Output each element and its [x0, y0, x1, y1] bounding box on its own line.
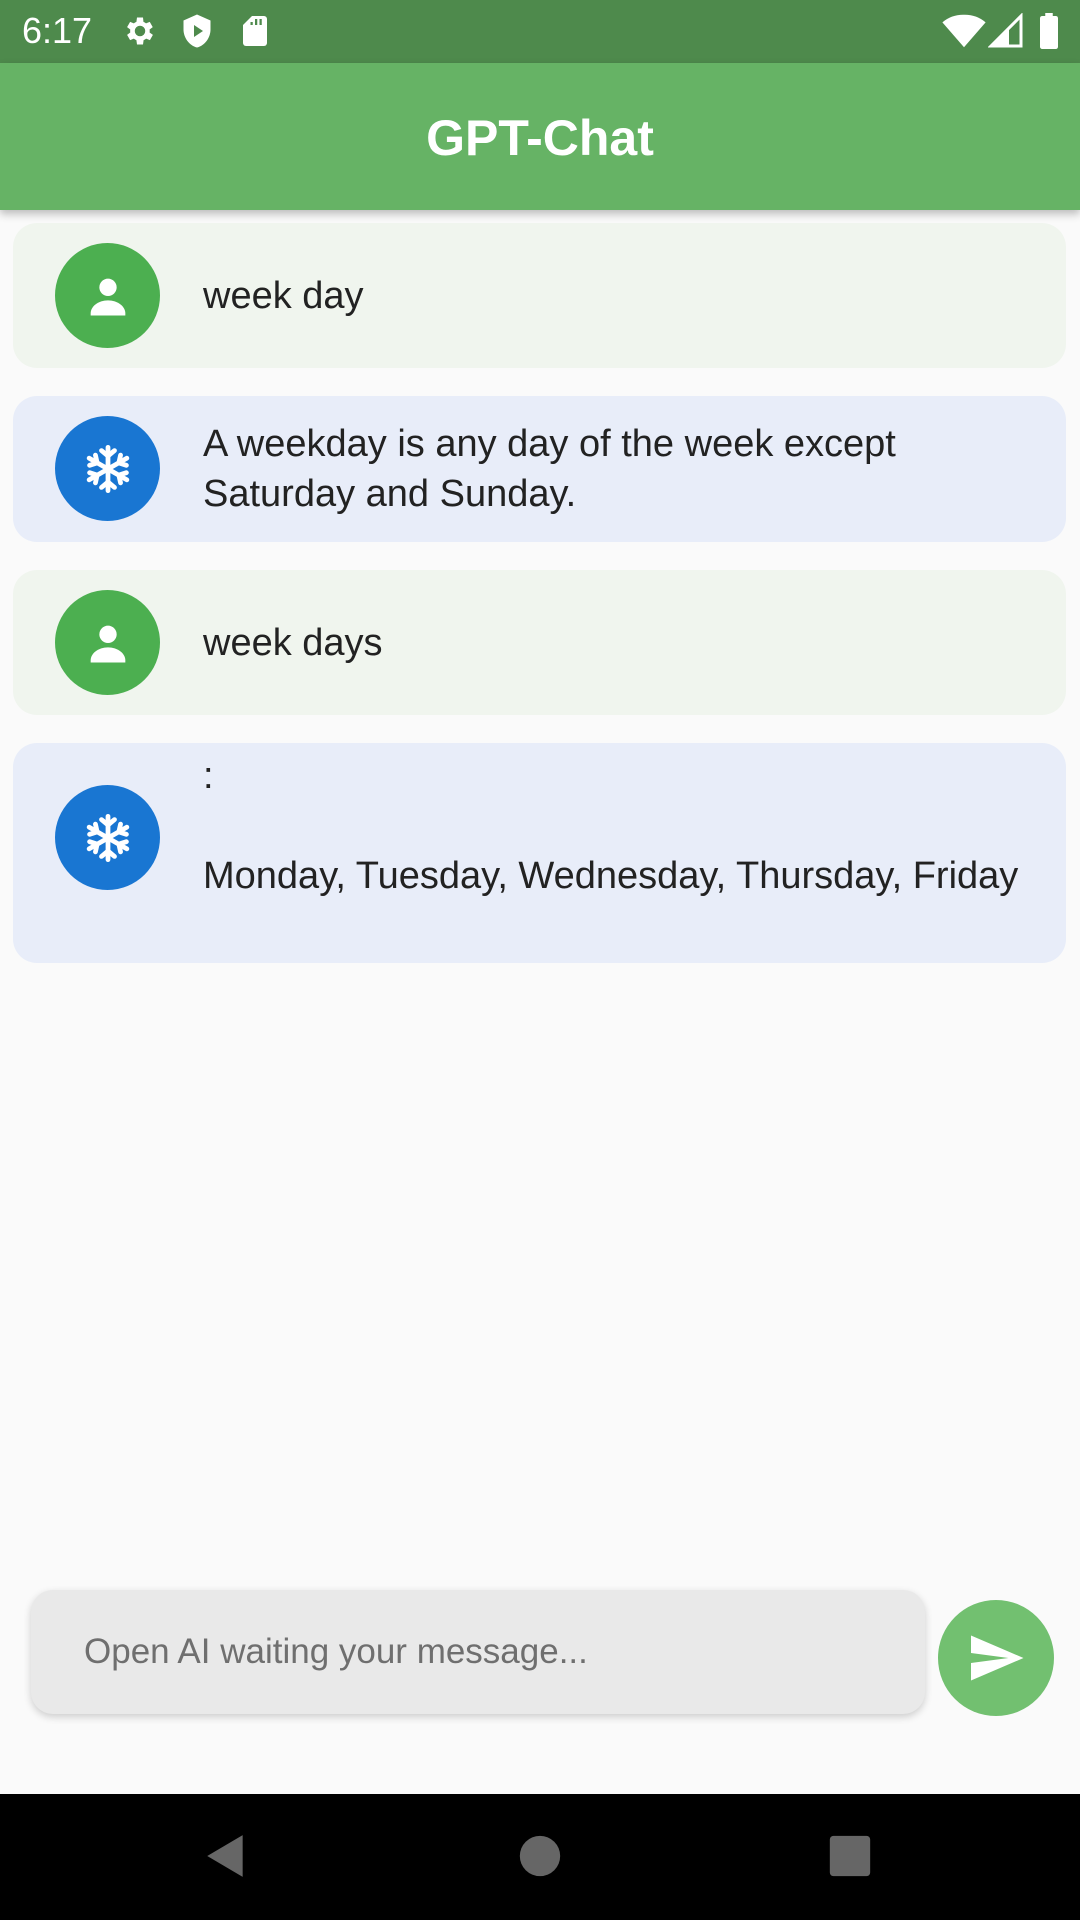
signal-icon: [987, 12, 1024, 49]
bot-avatar: [55, 416, 160, 521]
status-bar: 6:17: [0, 0, 1080, 63]
snowflake-icon: [86, 444, 129, 493]
message-card-user: week day: [13, 223, 1066, 368]
user-avatar: [55, 590, 160, 695]
sd-card-icon: [237, 13, 273, 49]
status-time: 6:17: [22, 10, 93, 51]
message-text: week day: [203, 275, 364, 317]
wifi-icon: [942, 13, 986, 49]
send-icon: [971, 1635, 1024, 1681]
message-card-user: week days: [13, 570, 1066, 715]
back-icon[interactable]: [194, 1824, 258, 1888]
recents-icon[interactable]: [818, 1824, 882, 1888]
screen: 6:17 GPT-Chat week day A weekday is any …: [0, 0, 1080, 1920]
user-avatar: [55, 243, 160, 348]
send-button[interactable]: [938, 1600, 1054, 1716]
person-icon: [90, 278, 125, 315]
message-text: : Monday, Tuesday, Wednesday, Thursday, …: [203, 755, 1019, 897]
person-icon: [90, 625, 125, 662]
snowflake-icon: [86, 813, 129, 862]
message-list: week day A weekday is any day of the wee…: [0, 210, 1080, 1560]
bot-avatar: [55, 785, 160, 890]
app-title: GPT-Chat: [426, 110, 654, 166]
message-text: A weekday is any day of the week except …: [203, 423, 907, 515]
battery-icon: [1038, 13, 1060, 49]
gear-icon: [122, 13, 158, 49]
home-icon[interactable]: [508, 1824, 572, 1888]
app-bar: GPT-Chat: [0, 63, 1080, 210]
message-input[interactable]: [31, 1590, 925, 1714]
message-card-bot: : Monday, Tuesday, Wednesday, Thursday, …: [13, 743, 1066, 963]
navigation-bar: [0, 1794, 1080, 1920]
message-text: week days: [203, 622, 383, 664]
shield-play-icon: [179, 13, 215, 49]
message-card-bot: A weekday is any day of the week except …: [13, 396, 1066, 542]
